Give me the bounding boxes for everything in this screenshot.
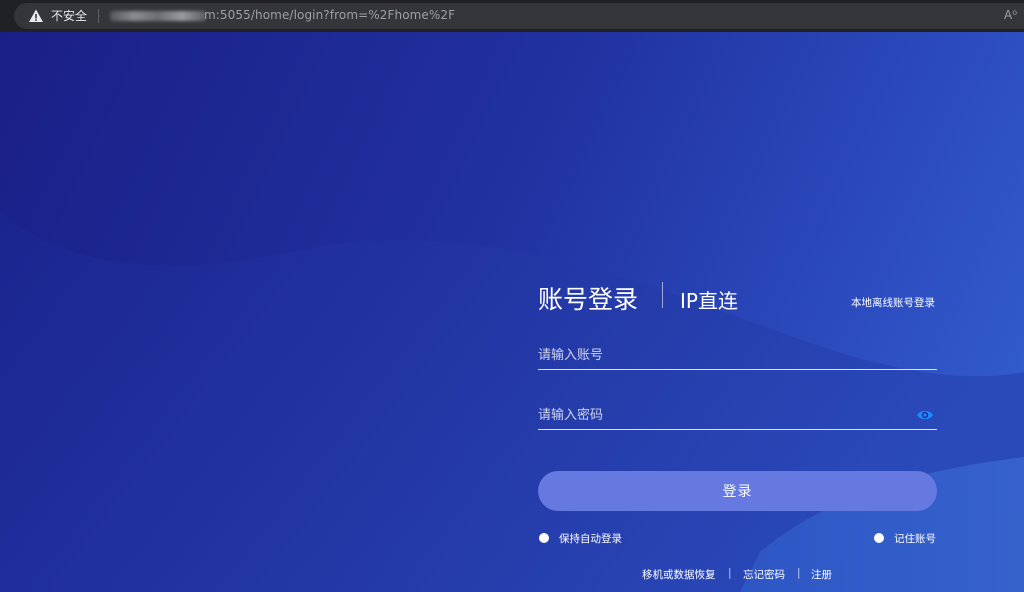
footer-separator: |	[797, 567, 801, 579]
auto-login-label[interactable]: 保持自动登录	[559, 531, 622, 546]
browser-address-bar: 不安全 m:5055/home/login?from=%2Fhome%2F A⁰	[0, 0, 1024, 32]
remember-account-label[interactable]: 记住账号	[894, 531, 936, 546]
footer-separator: |	[728, 567, 732, 579]
remember-account-radio[interactable]	[874, 533, 884, 543]
tab-divider	[662, 282, 663, 308]
password-input[interactable]	[538, 403, 898, 427]
auto-login-radio[interactable]	[539, 533, 549, 543]
login-button[interactable]: 登录	[538, 471, 937, 511]
reader-mode-icon[interactable]: A⁰	[1004, 8, 1017, 22]
tab-account-login[interactable]: 账号登录	[538, 280, 638, 316]
security-status-label[interactable]: 不安全	[51, 7, 87, 24]
recover-data-link[interactable]: 移机或数据恢复	[642, 567, 716, 582]
account-field	[538, 343, 937, 370]
tab-ip-direct[interactable]: IP直连	[680, 285, 738, 314]
local-offline-login-link[interactable]: 本地离线账号登录	[851, 295, 935, 310]
blurred-url-host	[110, 11, 206, 21]
register-link[interactable]: 注册	[811, 567, 832, 582]
forgot-password-link[interactable]: 忘记密码	[743, 567, 785, 582]
url-text[interactable]: m:5055/home/login?from=%2Fhome%2F	[204, 8, 455, 22]
warning-triangle-icon[interactable]	[28, 8, 44, 24]
eye-icon[interactable]	[916, 408, 934, 422]
password-field	[538, 403, 937, 430]
address-separator	[98, 9, 99, 23]
account-input[interactable]	[538, 343, 898, 367]
